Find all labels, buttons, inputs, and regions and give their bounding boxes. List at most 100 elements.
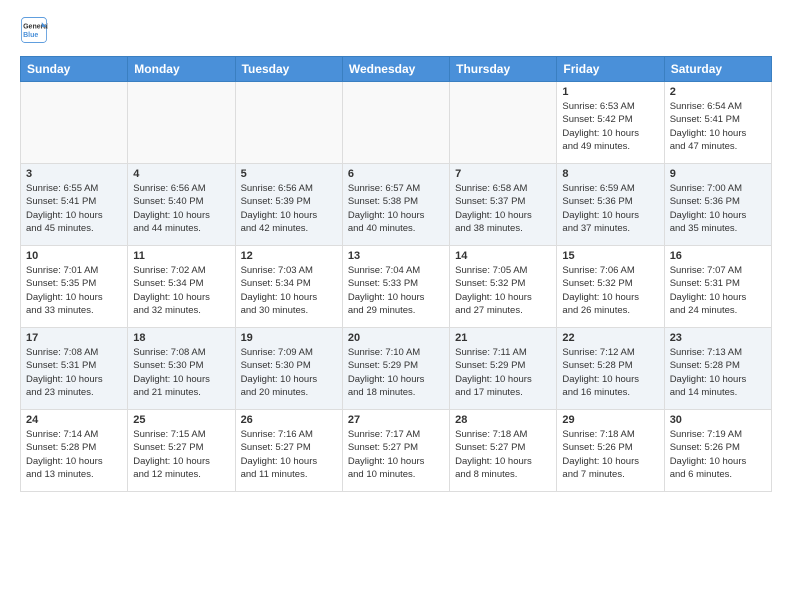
day-cell-30: 30 Sunrise: 7:19 AMSunset: 5:26 PMDayligh… bbox=[664, 410, 771, 492]
day-info: Sunrise: 7:09 AMSunset: 5:30 PMDaylight:… bbox=[241, 346, 337, 399]
day-number: 29 bbox=[562, 414, 658, 426]
day-number: 12 bbox=[241, 250, 337, 262]
day-cell-4: 4Sunrise: 6:56 AMSunset: 5:40 PMDaylight… bbox=[128, 164, 235, 246]
day-number: 9 bbox=[670, 168, 766, 180]
day-info: Sunrise: 7:15 AMSunset: 5:27 PMDaylight:… bbox=[133, 428, 229, 481]
day-cell-12: 12 Sunrise: 7:03 AMSunset: 5:34 PMDayligh… bbox=[235, 246, 342, 328]
day-cell-19: 19 Sunrise: 7:09 AMSunset: 5:30 PMDayligh… bbox=[235, 328, 342, 410]
weekday-header-monday: Monday bbox=[128, 57, 235, 82]
day-cell-8: 8 Sunrise: 6:59 AMSunset: 5:36 PMDaylight… bbox=[557, 164, 664, 246]
day-number: 26 bbox=[241, 414, 337, 426]
day-info: Sunrise: 6:56 AMSunset: 5:39 PMDaylight:… bbox=[241, 182, 337, 235]
logo: General Blue bbox=[20, 16, 48, 44]
day-info: Sunrise: 7:02 AMSunset: 5:34 PMDaylight:… bbox=[133, 264, 229, 317]
day-info: Sunrise: 7:18 AMSunset: 5:27 PMDaylight:… bbox=[455, 428, 551, 481]
day-number: 6 bbox=[348, 168, 444, 180]
empty-cell bbox=[235, 82, 342, 164]
day-info: Sunrise: 7:04 AMSunset: 5:33 PMDaylight:… bbox=[348, 264, 444, 317]
day-info: Sunrise: 7:19 AMSunset: 5:26 PMDaylight:… bbox=[670, 428, 766, 481]
day-info: Sunrise: 7:18 AMSunset: 5:26 PMDaylight:… bbox=[562, 428, 658, 481]
day-number: 5 bbox=[241, 168, 337, 180]
day-cell-20: 20 Sunrise: 7:10 AMSunset: 5:29 PMDayligh… bbox=[342, 328, 449, 410]
day-number: 14 bbox=[455, 250, 551, 262]
day-info: Sunrise: 7:03 AMSunset: 5:34 PMDaylight:… bbox=[241, 264, 337, 317]
day-cell-28: 28 Sunrise: 7:18 AMSunset: 5:27 PMDayligh… bbox=[450, 410, 557, 492]
day-cell-15: 15 Sunrise: 7:06 AMSunset: 5:32 PMDayligh… bbox=[557, 246, 664, 328]
day-info: Sunrise: 7:08 AMSunset: 5:30 PMDaylight:… bbox=[133, 346, 229, 399]
day-info: Sunrise: 7:12 AMSunset: 5:28 PMDaylight:… bbox=[562, 346, 658, 399]
day-cell-25: 25 Sunrise: 7:15 AMSunset: 5:27 PMDayligh… bbox=[128, 410, 235, 492]
day-info: Sunrise: 7:06 AMSunset: 5:32 PMDaylight:… bbox=[562, 264, 658, 317]
day-number: 13 bbox=[348, 250, 444, 262]
day-cell-14: 14 Sunrise: 7:05 AMSunset: 5:32 PMDayligh… bbox=[450, 246, 557, 328]
logo-icon: General Blue bbox=[20, 16, 48, 44]
day-number: 15 bbox=[562, 250, 658, 262]
day-info: Sunrise: 6:55 AMSunset: 5:41 PMDaylight:… bbox=[26, 182, 122, 235]
day-number: 30 bbox=[670, 414, 766, 426]
day-number: 19 bbox=[241, 332, 337, 344]
weekday-header-sunday: Sunday bbox=[21, 57, 128, 82]
day-cell-6: 6 Sunrise: 6:57 AMSunset: 5:38 PMDaylight… bbox=[342, 164, 449, 246]
day-info: Sunrise: 6:56 AMSunset: 5:40 PMDaylight:… bbox=[133, 182, 229, 235]
day-cell-9: 9 Sunrise: 7:00 AMSunset: 5:36 PMDaylight… bbox=[664, 164, 771, 246]
calendar-table: SundayMondayTuesdayWednesdayThursdayFrid… bbox=[20, 56, 772, 492]
day-cell-16: 16 Sunrise: 7:07 AMSunset: 5:31 PMDayligh… bbox=[664, 246, 771, 328]
day-number: 18 bbox=[133, 332, 229, 344]
day-number: 25 bbox=[133, 414, 229, 426]
day-cell-13: 13 Sunrise: 7:04 AMSunset: 5:33 PMDayligh… bbox=[342, 246, 449, 328]
empty-cell bbox=[450, 82, 557, 164]
day-info: Sunrise: 6:58 AMSunset: 5:37 PMDaylight:… bbox=[455, 182, 551, 235]
header: General Blue bbox=[20, 16, 772, 44]
day-number: 20 bbox=[348, 332, 444, 344]
day-number: 11 bbox=[133, 250, 229, 262]
empty-cell bbox=[21, 82, 128, 164]
day-info: Sunrise: 6:54 AMSunset: 5:41 PMDaylight:… bbox=[670, 100, 766, 153]
empty-cell bbox=[128, 82, 235, 164]
day-cell-1: 1 Sunrise: 6:53 AMSunset: 5:42 PMDaylight… bbox=[557, 82, 664, 164]
day-number: 24 bbox=[26, 414, 122, 426]
day-cell-11: 11 Sunrise: 7:02 AMSunset: 5:34 PMDayligh… bbox=[128, 246, 235, 328]
day-info: Sunrise: 7:10 AMSunset: 5:29 PMDaylight:… bbox=[348, 346, 444, 399]
day-cell-27: 27Sunrise: 7:17 AMSunset: 5:27 PMDayligh… bbox=[342, 410, 449, 492]
day-cell-29: 29 Sunrise: 7:18 AMSunset: 5:26 PMDayligh… bbox=[557, 410, 664, 492]
day-number: 23 bbox=[670, 332, 766, 344]
day-info: Sunrise: 7:11 AMSunset: 5:29 PMDaylight:… bbox=[455, 346, 551, 399]
day-number: 27 bbox=[348, 414, 444, 426]
day-info: Sunrise: 6:53 AMSunset: 5:42 PMDaylight:… bbox=[562, 100, 658, 153]
day-number: 2 bbox=[670, 86, 766, 98]
day-number: 1 bbox=[562, 86, 658, 98]
day-cell-3: 3Sunrise: 6:55 AMSunset: 5:41 PMDaylight… bbox=[21, 164, 128, 246]
day-number: 10 bbox=[26, 250, 122, 262]
page: General Blue SundayMondayTuesdayWednesda… bbox=[0, 0, 792, 502]
day-cell-17: 17Sunrise: 7:08 AMSunset: 5:31 PMDayligh… bbox=[21, 328, 128, 410]
day-number: 22 bbox=[562, 332, 658, 344]
day-cell-18: 18 Sunrise: 7:08 AMSunset: 5:30 PMDayligh… bbox=[128, 328, 235, 410]
day-cell-23: 23Sunrise: 7:13 AMSunset: 5:28 PMDayligh… bbox=[664, 328, 771, 410]
week-row-2: 3Sunrise: 6:55 AMSunset: 5:41 PMDaylight… bbox=[21, 164, 772, 246]
day-cell-7: 7Sunrise: 6:58 AMSunset: 5:37 PMDaylight… bbox=[450, 164, 557, 246]
day-cell-21: 21 Sunrise: 7:11 AMSunset: 5:29 PMDayligh… bbox=[450, 328, 557, 410]
day-info: Sunrise: 7:08 AMSunset: 5:31 PMDaylight:… bbox=[26, 346, 122, 399]
day-number: 21 bbox=[455, 332, 551, 344]
weekday-header-wednesday: Wednesday bbox=[342, 57, 449, 82]
week-row-3: 10 Sunrise: 7:01 AMSunset: 5:35 PMDayligh… bbox=[21, 246, 772, 328]
day-info: Sunrise: 6:59 AMSunset: 5:36 PMDaylight:… bbox=[562, 182, 658, 235]
day-info: Sunrise: 7:05 AMSunset: 5:32 PMDaylight:… bbox=[455, 264, 551, 317]
svg-text:General: General bbox=[23, 23, 48, 30]
day-cell-10: 10 Sunrise: 7:01 AMSunset: 5:35 PMDayligh… bbox=[21, 246, 128, 328]
day-cell-22: 22 Sunrise: 7:12 AMSunset: 5:28 PMDayligh… bbox=[557, 328, 664, 410]
weekday-header-row: SundayMondayTuesdayWednesdayThursdayFrid… bbox=[21, 57, 772, 82]
weekday-header-saturday: Saturday bbox=[664, 57, 771, 82]
empty-cell bbox=[342, 82, 449, 164]
day-info: Sunrise: 6:57 AMSunset: 5:38 PMDaylight:… bbox=[348, 182, 444, 235]
weekday-header-tuesday: Tuesday bbox=[235, 57, 342, 82]
day-cell-2: 2 Sunrise: 6:54 AMSunset: 5:41 PMDaylight… bbox=[664, 82, 771, 164]
day-number: 16 bbox=[670, 250, 766, 262]
week-row-4: 17Sunrise: 7:08 AMSunset: 5:31 PMDayligh… bbox=[21, 328, 772, 410]
day-number: 8 bbox=[562, 168, 658, 180]
day-info: Sunrise: 7:00 AMSunset: 5:36 PMDaylight:… bbox=[670, 182, 766, 235]
day-number: 28 bbox=[455, 414, 551, 426]
day-info: Sunrise: 7:07 AMSunset: 5:31 PMDaylight:… bbox=[670, 264, 766, 317]
day-info: Sunrise: 7:01 AMSunset: 5:35 PMDaylight:… bbox=[26, 264, 122, 317]
day-info: Sunrise: 7:16 AMSunset: 5:27 PMDaylight:… bbox=[241, 428, 337, 481]
